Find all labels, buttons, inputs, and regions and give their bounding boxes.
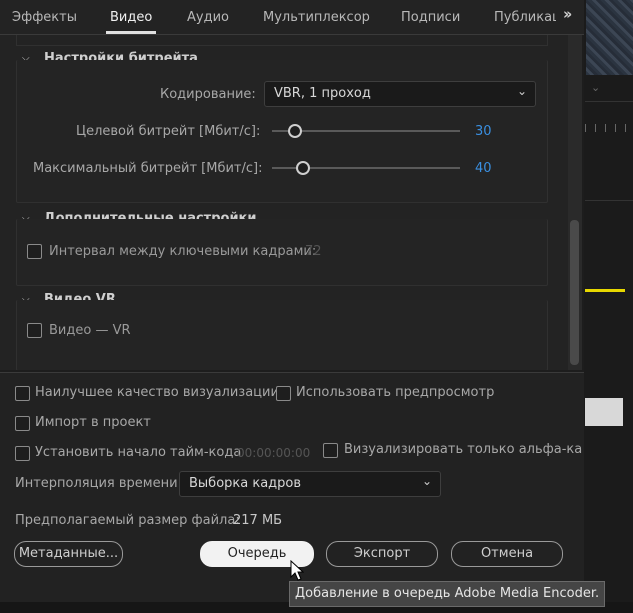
tab-audio[interactable]: Аудио (187, 10, 229, 25)
divider (585, 200, 633, 201)
set-timecode-label: Установить начало тайм-кода (35, 445, 242, 460)
chevron-down-icon: ⌄ (421, 474, 432, 488)
interpolation-dropdown[interactable]: Выборка кадров ⌄ (179, 471, 441, 497)
best-quality-label: Наилучшее качество визуализации (35, 385, 279, 400)
encoding-dropdown[interactable]: VBR, 1 проход ⌄ (264, 81, 536, 107)
encoding-label: Кодирование: (160, 87, 256, 102)
more-tabs-icon[interactable]: ›› (563, 5, 573, 23)
vr-video-label: Видео — VR (49, 323, 131, 338)
timecode-value: 00:00:00:00 (237, 446, 311, 460)
use-preview-label: Использовать предпросмотр (296, 385, 495, 400)
import-project-label: Импорт в проект (35, 415, 151, 430)
set-timecode-checkbox[interactable] (15, 446, 30, 461)
active-tab-indicator (106, 31, 156, 34)
max-bitrate-value[interactable]: 40 (475, 161, 492, 176)
keyframe-interval-checkbox[interactable] (27, 244, 42, 259)
chevron-down-icon: ⌄ (591, 81, 601, 94)
target-bitrate-label: Целевой битрейт [Мбит/с]: (76, 124, 261, 139)
tab-bar: Эффекты Видео Аудио Мультиплексор Подпис… (0, 0, 584, 35)
cancel-button[interactable]: Отмена (451, 541, 563, 567)
video-settings-panel: ⌵ Настройки битрейта Кодирование: VBR, 1… (0, 35, 568, 370)
right-panel-row: ⌄ (585, 79, 633, 102)
mouse-cursor-icon (290, 560, 304, 581)
tab-effects[interactable]: Эффекты (12, 10, 77, 25)
metadata-button[interactable]: Метаданные... (14, 541, 123, 567)
import-project-checkbox[interactable] (15, 416, 30, 431)
export-button[interactable]: Экспорт (326, 541, 438, 567)
keyframe-interval-label: Интервал между ключевыми кадрами: (49, 244, 317, 259)
max-bitrate-slider-handle[interactable] (296, 161, 310, 175)
scrollbar-thumb[interactable] (570, 220, 579, 365)
tab-multiplexer[interactable]: Мультиплексор (263, 10, 370, 25)
queue-tooltip: Добавление в очередь Adobe Media Encoder… (289, 581, 606, 607)
use-preview-checkbox[interactable] (276, 386, 291, 401)
best-quality-checkbox[interactable] (15, 386, 30, 401)
tab-captions[interactable]: Подписи (401, 10, 460, 25)
work-area-bar (585, 289, 625, 292)
tab-publish[interactable]: Публикац (494, 10, 556, 25)
preview-thumbnail (586, 0, 633, 75)
max-bitrate-label: Максимальный битрейт [Мбит/с]: (33, 161, 263, 176)
chevron-down-icon: ⌄ (516, 84, 527, 98)
keyframe-interval-value: 72 (305, 244, 322, 259)
vr-video-checkbox[interactable] (27, 323, 42, 338)
file-size-value: 217 МБ (233, 513, 283, 528)
encoding-value: VBR, 1 проход (274, 86, 371, 101)
target-bitrate-value[interactable]: 30 (475, 124, 492, 139)
interpolation-value: Выборка кадров (189, 476, 302, 491)
file-size-label: Предполагаемый размер файла: (15, 513, 240, 528)
right-panel-field (585, 398, 623, 426)
target-bitrate-slider-handle[interactable] (288, 124, 302, 138)
previous-group-end (16, 35, 548, 46)
alpha-only-checkbox[interactable] (323, 443, 338, 458)
timeline-ticks (585, 124, 633, 132)
alpha-only-label: Визуализировать только альфа-кана (344, 442, 582, 457)
tab-video[interactable]: Видео (110, 10, 152, 25)
interpolation-label: Интерполяция времени: (15, 476, 182, 491)
